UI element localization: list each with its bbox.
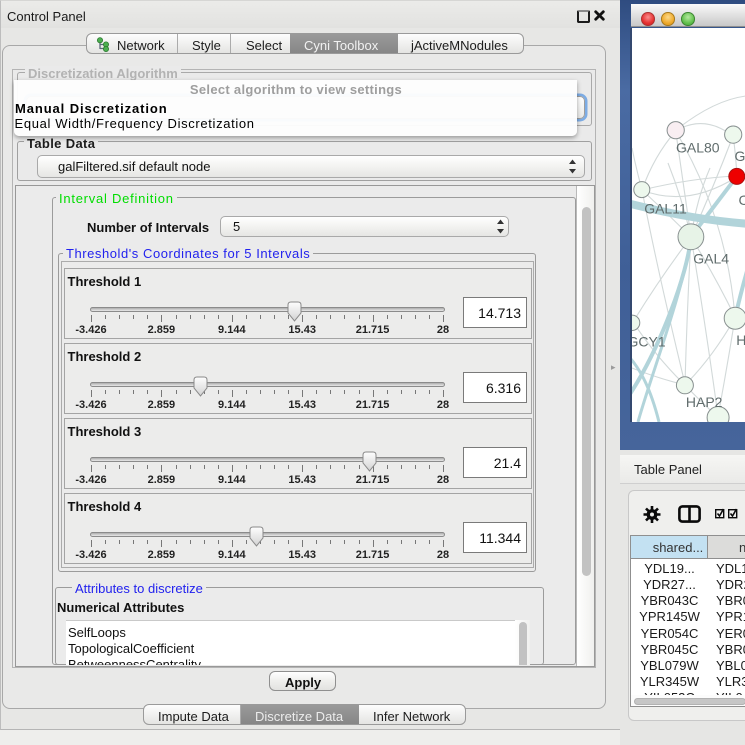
svg-text:HAP2: HAP2 [685, 394, 722, 410]
svg-text:CR: CR [738, 192, 745, 208]
svg-text:HIS: HIS [736, 332, 745, 348]
svg-text:GAL4: GAL4 [693, 250, 729, 266]
svg-text:GAL80: GAL80 [676, 139, 720, 155]
svg-text:GAL: GAL [734, 148, 745, 164]
svg-text:GAL11: GAL11 [644, 200, 687, 216]
svg-text:GCY1: GCY1 [632, 333, 666, 349]
